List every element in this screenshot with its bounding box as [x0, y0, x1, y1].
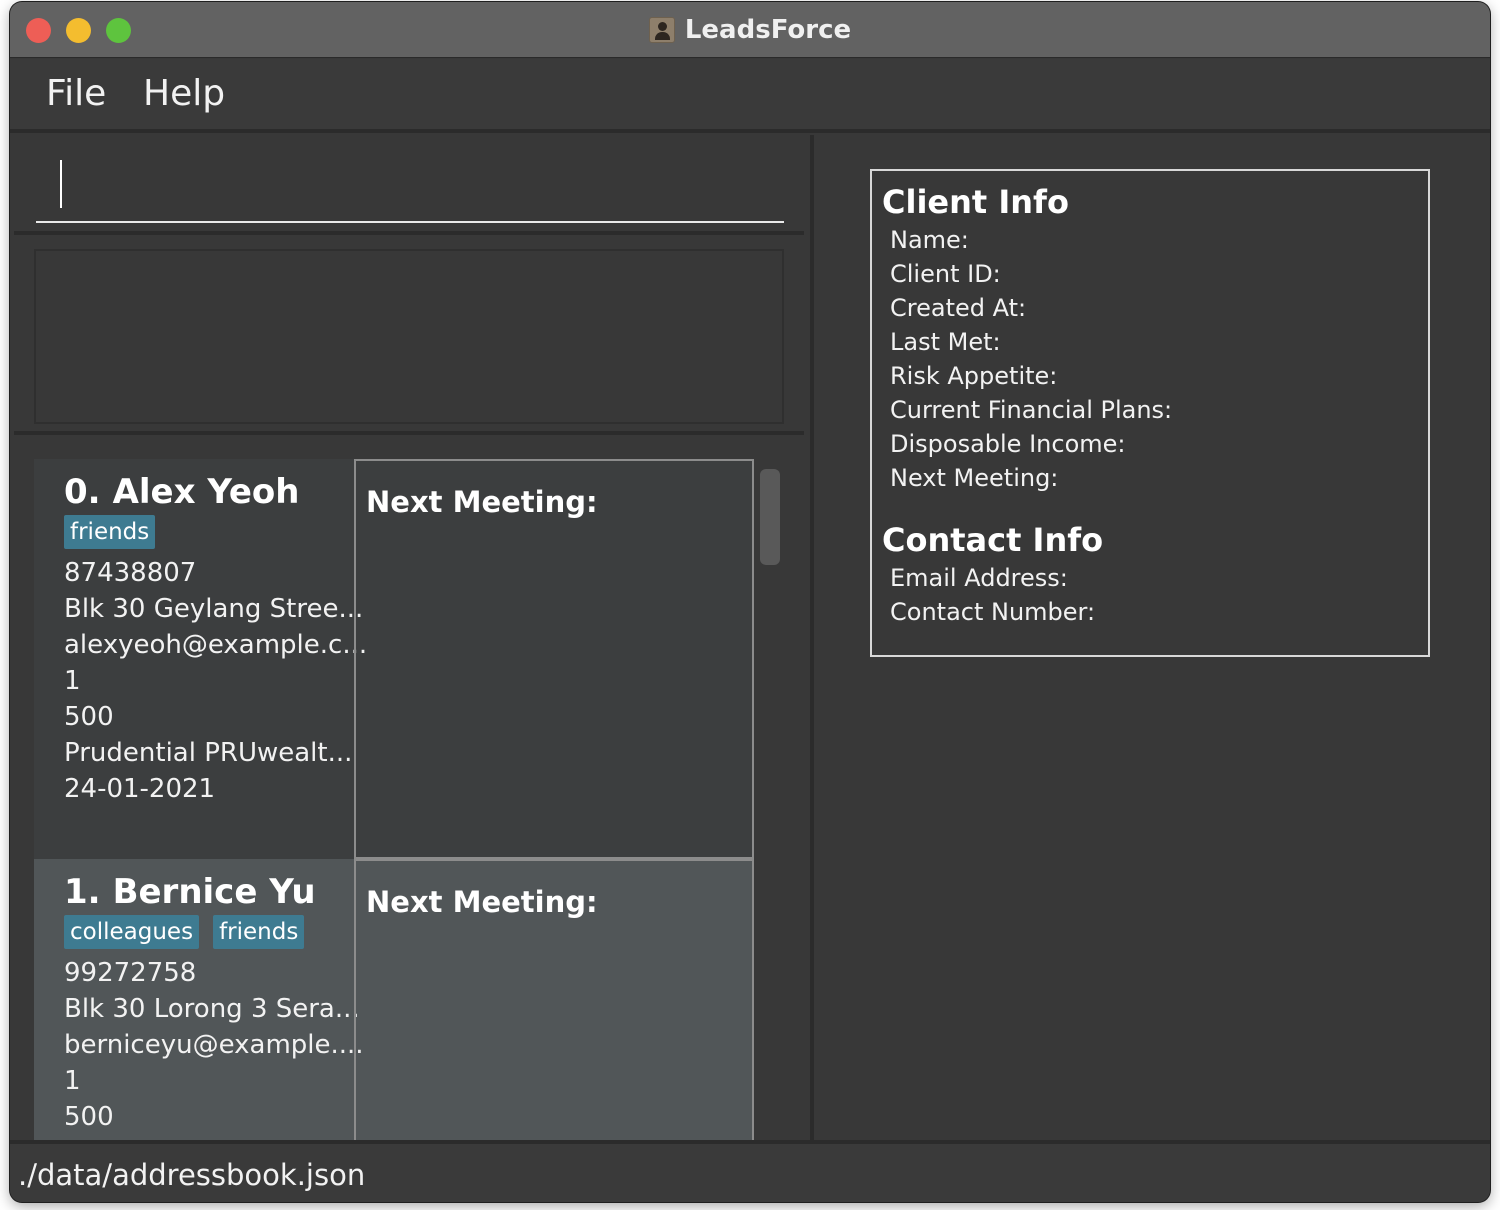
person-address: Blk 30 Lorong 3 Sera... — [64, 994, 360, 1024]
person-name: Bernice Yu — [112, 872, 316, 912]
list-scrollbar-thumb[interactable] — [760, 469, 780, 565]
client-info-title: Client Info — [882, 183, 1069, 221]
person-phone: 99272758 — [64, 958, 197, 988]
window-title: LeadsForce — [684, 15, 852, 45]
menu-file[interactable]: File — [46, 73, 106, 114]
person-index: 0. — [64, 472, 101, 512]
result-display — [34, 249, 784, 424]
app-window: LeadsForce File Help 0. Alex Yeoh friends — [10, 2, 1490, 1202]
next-meeting-detail-label: Next Meeting: — [890, 464, 1059, 492]
next-meeting-panel: Next Meeting: — [354, 859, 754, 1140]
result-display-area — [14, 239, 804, 435]
risk-appetite-label: Risk Appetite: — [890, 362, 1058, 390]
person-card-details: 1. Bernice Yu colleagues friends 99272758… — [34, 859, 364, 1140]
next-meeting-panel: Next Meeting: — [354, 459, 754, 859]
person-name-row: 1. Bernice Yu — [64, 871, 354, 913]
contact-number-label: Contact Number: — [890, 598, 1096, 626]
person-name-row: 0. Alex Yeoh — [64, 471, 354, 513]
status-bar: ./data/addressbook.json — [10, 1140, 1490, 1202]
title-bar[interactable]: LeadsForce — [10, 2, 1490, 58]
text-caret — [60, 160, 62, 208]
menu-bar: File Help — [10, 59, 1490, 133]
person-email: berniceyu@example.... — [64, 1030, 364, 1060]
tag-badge: colleagues — [64, 915, 200, 949]
person-address: Blk 30 Geylang Stree... — [64, 594, 364, 624]
data-file-path: ./data/addressbook.json — [18, 1158, 366, 1192]
person-card[interactable]: 0. Alex Yeoh friends 87438807 Blk 30 Geyl… — [34, 459, 754, 859]
command-box-area — [14, 135, 804, 235]
person-last-met: 24-01-2021 — [64, 774, 216, 804]
person-name: Alex Yeoh — [112, 472, 300, 512]
person-phone: 87438807 — [64, 558, 197, 588]
current-financial-plans-label: Current Financial Plans: — [890, 396, 1173, 424]
client-detail-panel: Client Info Name: Client ID: Created At:… — [870, 169, 1430, 657]
created-at-label: Created At: — [890, 294, 1027, 322]
person-risk-appetite: 1 — [64, 1066, 81, 1096]
next-meeting-label: Next Meeting: — [366, 485, 598, 519]
tag-list: friends — [64, 515, 354, 555]
app-icon — [648, 17, 675, 43]
person-email: alexyeoh@example.c... — [64, 630, 368, 660]
person-list[interactable]: 0. Alex Yeoh friends 87438807 Blk 30 Geyl… — [14, 439, 804, 1140]
contact-info-title: Contact Info — [882, 521, 1104, 559]
person-card-details: 0. Alex Yeoh friends 87438807 Blk 30 Geyl… — [34, 459, 368, 859]
person-card[interactable]: 1. Bernice Yu colleagues friends 99272758… — [34, 859, 754, 1140]
person-risk-appetite: 1 — [64, 666, 81, 696]
tag-badge: friends — [213, 915, 305, 949]
tag-badge: friends — [64, 515, 156, 549]
person-index: 1. — [64, 872, 101, 912]
command-input[interactable] — [36, 155, 784, 223]
person-disposable-income: 500 — [64, 702, 114, 732]
last-met-label: Last Met: — [890, 328, 1001, 356]
next-meeting-label: Next Meeting: — [366, 885, 598, 919]
client-id-label: Client ID: — [890, 260, 1001, 288]
right-panel: Client Info Name: Client ID: Created At:… — [810, 135, 1490, 1140]
person-disposable-income: 500 — [64, 1102, 114, 1132]
left-panel: 0. Alex Yeoh friends 87438807 Blk 30 Geyl… — [14, 135, 804, 1140]
client-name-label: Name: — [890, 226, 969, 254]
tag-list: colleagues friends — [64, 915, 354, 955]
person-current-plan: Prudential PRUwealt... — [64, 738, 353, 768]
email-address-label: Email Address: — [890, 564, 1068, 592]
menu-help[interactable]: Help — [143, 73, 225, 114]
disposable-income-label: Disposable Income: — [890, 430, 1126, 458]
